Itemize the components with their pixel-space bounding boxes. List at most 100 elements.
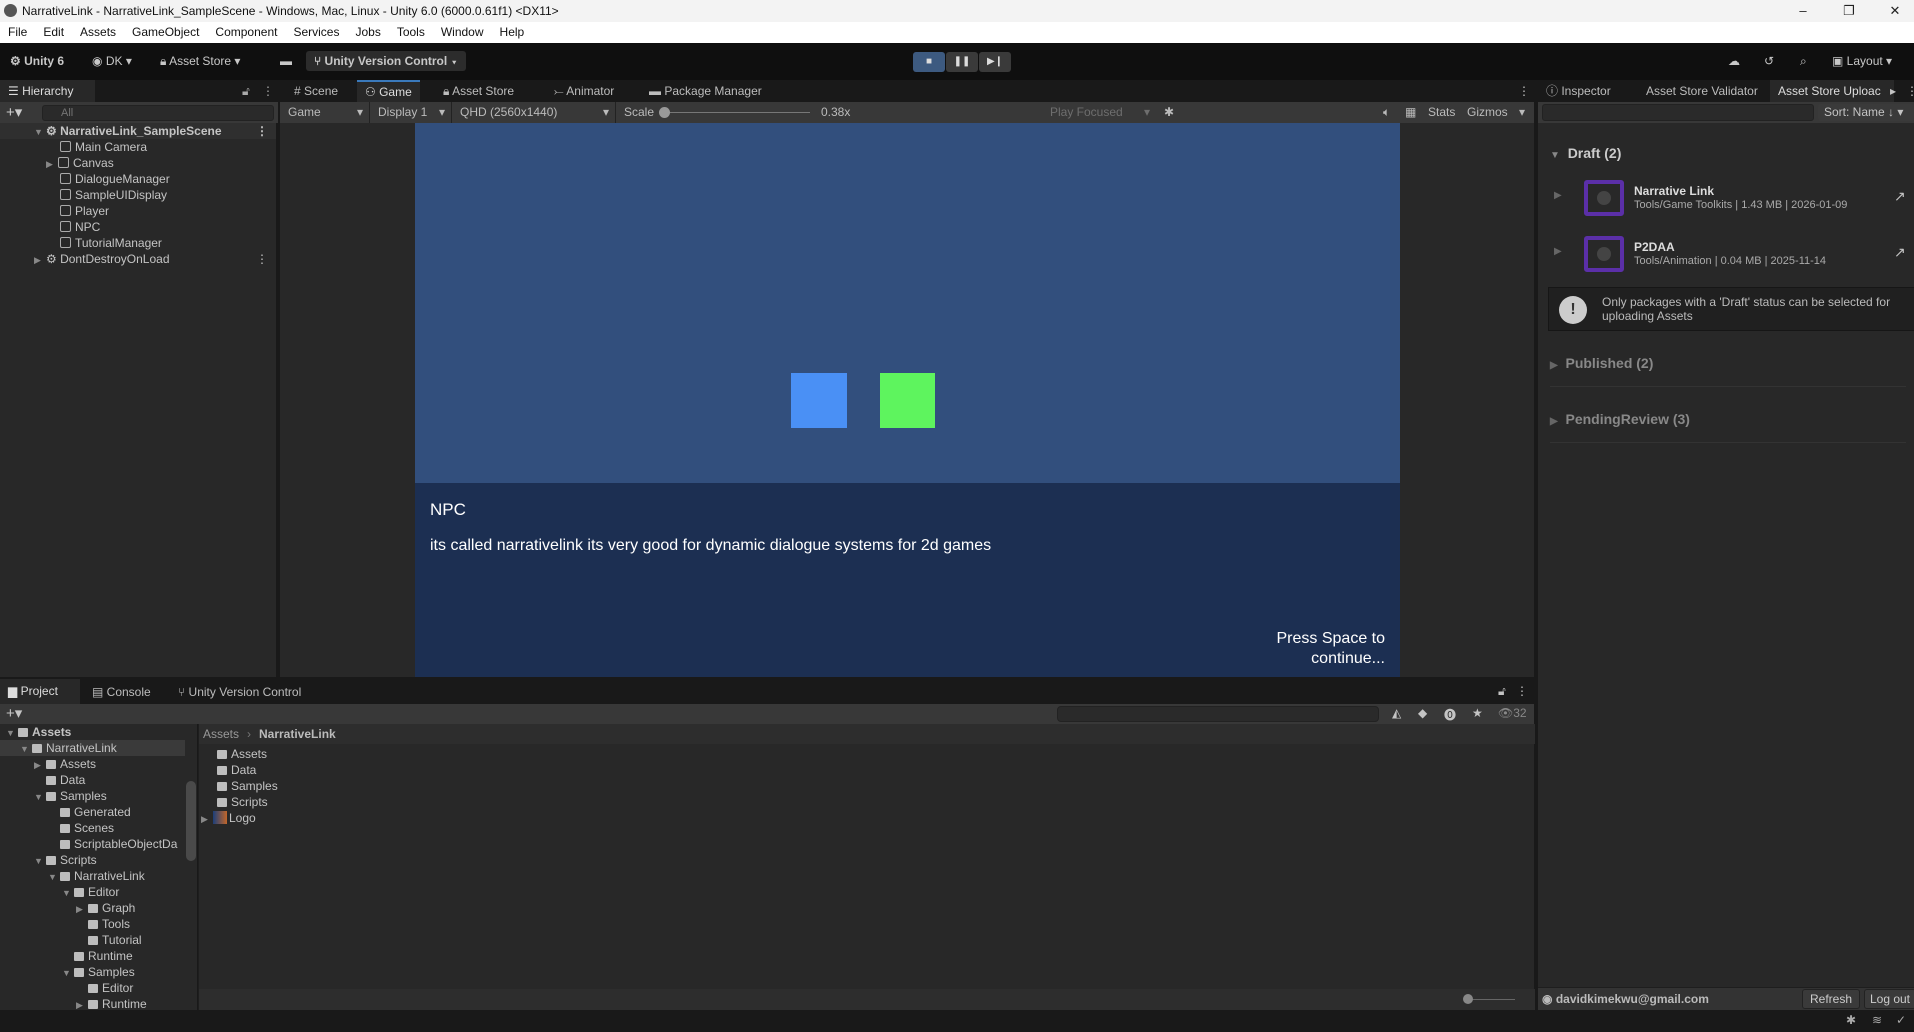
tab-version-control[interactable]: ⑂ Unity Version Control — [170, 681, 309, 703]
tab-animator[interactable]: ⤚ Animator — [546, 80, 622, 102]
external-link-icon[interactable]: ↗ — [1894, 188, 1906, 205]
tree-folder[interactable]: Data — [0, 772, 185, 788]
menu-jobs[interactable]: Jobs — [347, 22, 388, 43]
hidden-count[interactable]: 👁︎32 — [1498, 706, 1527, 720]
fold-arrow-icon[interactable]: ▼ — [34, 853, 46, 869]
sort-dropdown[interactable]: Sort: Name ↓ ▾ — [1818, 104, 1914, 121]
tab-package-manager[interactable]: ▬ Package Manager — [641, 80, 770, 102]
menu-services[interactable]: Services — [285, 22, 347, 43]
hierarchy-item[interactable]: Player — [60, 203, 109, 219]
hierarchy-item[interactable]: NPC — [60, 219, 100, 235]
tree-folder[interactable]: ▼ Editor — [0, 884, 185, 900]
tree-scrollbar[interactable] — [185, 724, 197, 1010]
asset-store-button[interactable]: 🔒︎ Asset Store ▾ — [160, 51, 240, 71]
menu-component[interactable]: Component — [207, 22, 285, 43]
layout-button[interactable]: ▣ Layout ▾ — [1832, 51, 1892, 71]
menu-window[interactable]: Window — [433, 22, 492, 43]
more-icon[interactable]: ⋮ — [1516, 684, 1528, 698]
tab-inspector[interactable]: ⓘ Inspector — [1538, 80, 1619, 102]
hierarchy-item[interactable]: ▶ Canvas — [46, 155, 114, 171]
external-link-icon[interactable]: ↗ — [1894, 244, 1906, 261]
refresh-button[interactable]: Refresh — [1802, 989, 1860, 1009]
tab-asset-store-uploader[interactable]: Asset Store Uploac — [1770, 80, 1894, 102]
fold-arrow-icon[interactable]: ▼ — [6, 725, 18, 741]
lock-icon[interactable]: 🔓︎ — [1498, 684, 1506, 699]
logout-button[interactable]: Log out — [1864, 989, 1914, 1009]
audio-icon[interactable]: 🔈︎ — [1377, 102, 1396, 123]
stats-button[interactable]: Stats — [1422, 102, 1461, 123]
scale-slider[interactable] — [664, 112, 810, 113]
project-search-input[interactable] — [1057, 706, 1379, 722]
archive-icon[interactable]: ▬ — [280, 51, 292, 71]
hierarchy-item[interactable]: SampleUIDisplay — [60, 187, 167, 203]
log-icon[interactable]: ⓿ — [1444, 706, 1456, 723]
gizmos-button[interactable]: Gizmos — [1461, 102, 1514, 123]
play-button[interactable]: ■ — [913, 52, 945, 72]
file-item[interactable]: Data — [217, 762, 256, 778]
file-item[interactable]: Samples — [217, 778, 278, 794]
tree-folder[interactable]: Scenes — [0, 820, 185, 836]
file-item-logo[interactable]: ▶ Logo — [201, 810, 256, 826]
tree-folder[interactable]: ▼ Scripts — [0, 852, 185, 868]
tree-folder[interactable]: ▼ NarrativeLink — [0, 740, 185, 756]
published-section-header[interactable]: ▶ Published (2) — [1550, 355, 1653, 371]
breadcrumb-narrativelink[interactable]: NarrativeLink — [259, 727, 336, 741]
grid-icon[interactable]: ▦ — [1399, 102, 1422, 123]
pause-button[interactable]: ❚❚ — [946, 52, 978, 72]
expand-icon[interactable]: ▶ — [1554, 190, 1562, 201]
create-button[interactable]: +▾ — [6, 704, 22, 722]
more-icon[interactable]: ⋮ — [1518, 84, 1530, 98]
fold-arrow-icon[interactable]: ▼ — [62, 965, 74, 981]
cache-icon[interactable]: ≋ — [1872, 1013, 1882, 1027]
hierarchy-item[interactable]: Main Camera — [60, 139, 147, 155]
tree-folder[interactable]: ▶ Assets — [0, 756, 185, 772]
tree-folder[interactable]: ▼ Samples — [0, 788, 185, 804]
check-icon[interactable]: ✓ — [1896, 1013, 1906, 1027]
game-mode-dropdown[interactable]: Game ▾ — [282, 102, 370, 123]
hierarchy-item[interactable]: DialogueManager — [60, 171, 170, 187]
version-control-button[interactable]: ⑂ Unity Version Control ▾ — [306, 51, 466, 71]
tab-asset-store[interactable]: 🔒︎ Asset Store — [435, 80, 522, 102]
fold-arrow-icon[interactable]: ▶ — [34, 757, 46, 773]
favorite-icon[interactable]: ★ — [1472, 706, 1483, 720]
menu-edit[interactable]: Edit — [35, 22, 72, 43]
minimize-button[interactable]: – — [1780, 0, 1826, 22]
tree-folder[interactable]: ▶ Graph — [0, 900, 185, 916]
play-focused-dropdown[interactable]: Play Focused ▾ — [1044, 102, 1156, 123]
menu-gameobject[interactable]: GameObject — [124, 22, 207, 43]
game-canvas[interactable] — [415, 123, 1400, 483]
display-dropdown[interactable]: Display 1 ▾ — [372, 102, 452, 123]
menu-tools[interactable]: Tools — [389, 22, 433, 43]
scale-slider-thumb[interactable] — [659, 107, 670, 118]
tab-hierarchy[interactable]: ☰ Hierarchy — [0, 80, 95, 102]
fold-arrow-icon[interactable]: ▼ — [48, 869, 60, 885]
history-icon[interactable]: ↺ — [1764, 51, 1774, 71]
more-icon[interactable]: ⋮ — [262, 84, 274, 98]
tab-console[interactable]: ▤ Console — [84, 681, 159, 703]
draft-section-header[interactable]: ▼ Draft (2) — [1550, 145, 1621, 161]
menu-file[interactable]: File — [0, 22, 35, 43]
expand-icon[interactable]: ▶ — [1554, 246, 1562, 257]
tree-folder[interactable]: Runtime — [0, 948, 185, 964]
tree-folder[interactable]: ▶ Runtime — [0, 996, 185, 1010]
tree-folder[interactable]: Editor — [0, 980, 185, 996]
step-button[interactable]: ▶❙ — [979, 52, 1011, 72]
fold-arrow-icon[interactable]: ▼ — [34, 789, 46, 805]
lock-icon[interactable]: 🔓︎ — [242, 84, 250, 99]
menu-assets[interactable]: Assets — [72, 22, 124, 43]
debug-icon[interactable]: ✱ — [1846, 1013, 1856, 1027]
more-icon[interactable]: ⋮ — [1906, 84, 1914, 98]
uploader-search-input[interactable] — [1542, 104, 1814, 121]
tab-project[interactable]: ▆ Project — [0, 679, 80, 704]
tab-scroll-icon[interactable]: ▸ — [1890, 84, 1896, 98]
fold-arrow-icon[interactable]: ▼ — [62, 885, 74, 901]
close-button[interactable]: ✕ — [1872, 0, 1914, 22]
hierarchy-search-input[interactable] — [42, 105, 274, 121]
ddol-root[interactable]: ▶ ⚙ DontDestroyOnLoad ⋮ — [34, 251, 274, 267]
fold-arrow-icon[interactable]: ▶ — [76, 901, 88, 917]
label-icon[interactable]: ◆ — [1418, 706, 1427, 720]
tree-folder[interactable]: ▼ Assets — [0, 724, 185, 740]
tree-folder[interactable]: ▼ Samples — [0, 964, 185, 980]
bug-icon[interactable]: ✱ — [1158, 102, 1180, 123]
pending-section-header[interactable]: ▶ PendingReview (3) — [1550, 411, 1690, 427]
